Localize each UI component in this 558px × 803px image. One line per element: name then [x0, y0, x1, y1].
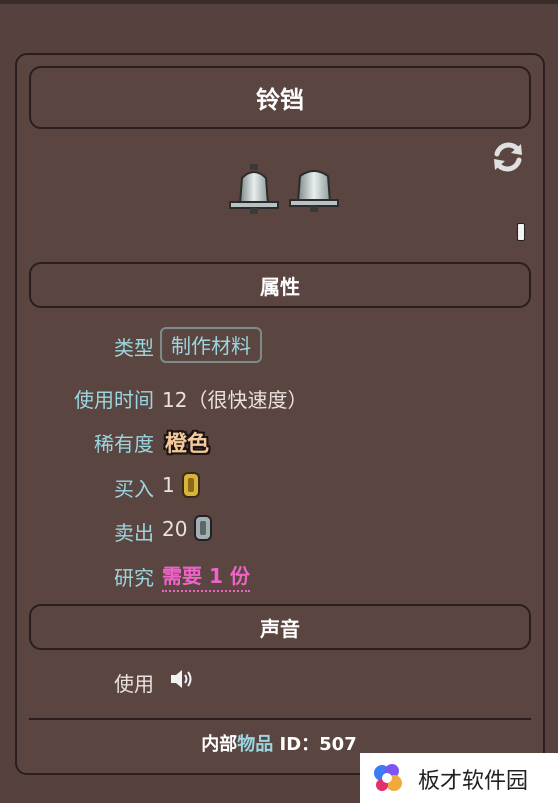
sound-title: 声音: [260, 616, 300, 641]
buy-value: 1: [162, 473, 175, 497]
attributes-header: 属性: [29, 262, 531, 308]
watermark-text: 板才软件园: [418, 769, 529, 794]
use-sound-label: 使用: [114, 672, 154, 696]
sell-label: 卖出: [114, 521, 154, 545]
use-time-value: 12（很快速度）: [162, 388, 308, 412]
sell-value: 20: [162, 517, 188, 541]
item-title: 铃铛: [256, 86, 304, 114]
top-divider: [0, 0, 558, 4]
watermark-logo-icon: [374, 764, 402, 791]
item-title-bar: 铃铛: [29, 66, 531, 129]
speaker-icon[interactable]: [169, 666, 195, 692]
use-time-label: 使用时间: [74, 388, 154, 412]
attributes-title: 属性: [260, 274, 300, 299]
watermark: 板才软件园: [360, 753, 558, 803]
footer-prefix: 内部: [201, 734, 238, 755]
research-link[interactable]: 需要 1 份: [162, 560, 250, 592]
silver-coin-icon: [194, 515, 212, 541]
rarity-label: 稀有度: [94, 432, 154, 456]
internal-id-value: 507: [319, 734, 357, 755]
research-label: 研究: [114, 566, 154, 590]
type-label: 类型: [114, 336, 154, 360]
sound-header: 声音: [29, 604, 531, 650]
footer-suffix: ID：: [273, 734, 320, 755]
scroll-indicator: [517, 223, 525, 241]
footer-accent: 物品: [237, 734, 274, 755]
gold-coin-icon: [182, 472, 200, 498]
bell-icon: [289, 170, 339, 212]
footer-divider: [29, 718, 531, 720]
type-tag[interactable]: 制作材料: [160, 327, 262, 363]
bell-icon: [229, 164, 279, 214]
rarity-value: 橙色: [165, 432, 210, 457]
refresh-icon[interactable]: [489, 138, 527, 176]
buy-label: 买入: [114, 477, 154, 501]
